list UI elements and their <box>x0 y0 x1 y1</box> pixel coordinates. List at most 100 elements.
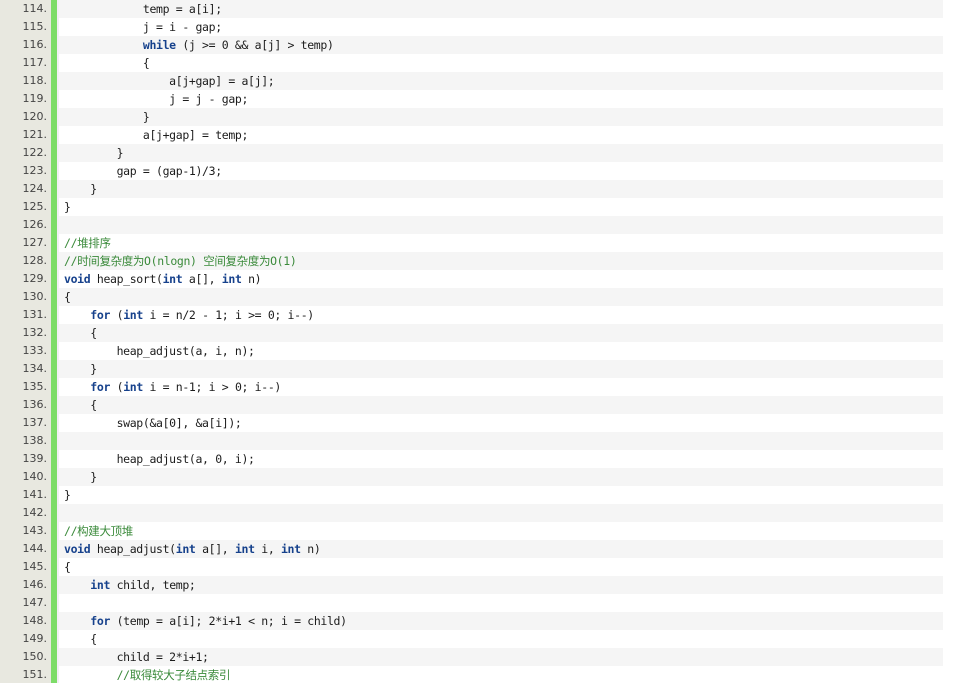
code-line-row[interactable]: 119. j = j - gap; <box>0 90 943 108</box>
code-line-text[interactable]: void heap_sort(int a[], int n) <box>64 270 262 288</box>
code-line-text[interactable]: //构建大顶堆 <box>64 522 133 540</box>
code-line-row[interactable]: 115. j = i - gap; <box>0 18 943 36</box>
code-plain-token: { <box>64 56 150 70</box>
code-line-list[interactable]: 114. temp = a[i]; 115. j = i - gap; 116. w… <box>0 0 943 683</box>
code-keyword-token: void <box>64 272 91 286</box>
code-line-text[interactable]: while (j >= 0 && a[j] > temp) <box>64 36 334 54</box>
code-line-text[interactable]: //堆排序 <box>64 234 111 252</box>
code-line-text[interactable]: j = j - gap; <box>64 90 248 108</box>
code-line-text[interactable]: } <box>64 180 97 198</box>
code-line-row[interactable]: 131. for (int i = n/2 - 1; i >= 0; i--) <box>0 306 943 324</box>
code-line-text[interactable]: for (int i = n-1; i > 0; i--) <box>64 378 281 396</box>
source-code-viewer[interactable]: 114. temp = a[i]; 115. j = i - gap; 116. w… <box>0 0 968 683</box>
code-line-row[interactable]: 121. a[j+gap] = temp; <box>0 126 943 144</box>
code-line-row[interactable]: 125.} <box>0 198 943 216</box>
code-line-text[interactable]: { <box>64 396 97 414</box>
line-number: 146. <box>0 576 47 594</box>
code-line-row[interactable]: 140. } <box>0 468 943 486</box>
code-line-row[interactable]: 144. void heap_adjust(int a[], int i, int… <box>0 540 943 558</box>
code-line-text[interactable]: gap = (gap-1)/3; <box>64 162 223 180</box>
code-line-row[interactable]: 134. } <box>0 360 943 378</box>
code-line-row[interactable]: 114. temp = a[i]; <box>0 0 943 18</box>
code-line-row[interactable]: 147. <box>0 594 943 612</box>
code-line-row[interactable]: 128. //时间复杂度为O(nlogn) 空间复杂度为O(1) <box>0 252 943 270</box>
code-line-row[interactable]: 123. gap = (gap-1)/3; <box>0 162 943 180</box>
code-line-text[interactable]: { <box>64 558 71 576</box>
code-line-text[interactable]: } <box>64 468 97 486</box>
code-line-text[interactable]: child = 2*i+1; <box>64 648 209 666</box>
code-line-row[interactable]: 120. } <box>0 108 943 126</box>
code-line-row[interactable]: 146. int child, temp; <box>0 576 943 594</box>
code-line-text[interactable]: for (int i = n/2 - 1; i >= 0; i--) <box>64 306 314 324</box>
code-line-row[interactable]: 116. while (j >= 0 && a[j] > temp) <box>0 36 943 54</box>
code-line-text[interactable]: } <box>64 360 97 378</box>
line-accent-separator <box>57 108 59 126</box>
code-plain-token: temp = a[i]; <box>64 2 222 16</box>
code-line-text[interactable]: void heap_adjust(int a[], int i, int n) <box>64 540 321 558</box>
code-line-text[interactable]: swap(&a[0], &a[i]); <box>64 414 242 432</box>
code-line-row[interactable]: 138. <box>0 432 943 450</box>
code-line-row[interactable]: 149. { <box>0 630 943 648</box>
code-line-text[interactable]: int child, temp; <box>64 576 196 594</box>
code-line-text[interactable]: } <box>64 144 124 162</box>
line-accent-separator <box>57 198 59 216</box>
code-line-text[interactable]: //时间复杂度为O(nlogn) 空间复杂度为O(1) <box>64 252 297 270</box>
code-line-row[interactable]: 150. child = 2*i+1; <box>0 648 943 666</box>
code-line-row[interactable]: 137. swap(&a[0], &a[i]); <box>0 414 943 432</box>
code-line-row[interactable]: 124. } <box>0 180 943 198</box>
line-number: 142. <box>0 504 47 522</box>
code-line-row[interactable]: 130. { <box>0 288 943 306</box>
code-line-row[interactable]: 139. heap_adjust(a, 0, i); <box>0 450 943 468</box>
code-line-row[interactable]: 117. { <box>0 54 943 72</box>
code-plain-token: child, temp; <box>110 578 196 592</box>
line-accent-separator <box>57 450 59 468</box>
code-line-text[interactable]: a[j+gap] = temp; <box>64 126 249 144</box>
code-line-text[interactable]: //取得较大子结点索引 <box>64 666 231 683</box>
code-line-row[interactable]: 135. for (int i = n-1; i > 0; i--) <box>0 378 943 396</box>
code-line-text[interactable]: heap_adjust(a, i, n); <box>64 342 255 360</box>
code-line-row[interactable]: 132. { <box>0 324 943 342</box>
code-line-row[interactable]: 136. { <box>0 396 943 414</box>
code-line-text[interactable]: j = i - gap; <box>64 18 222 36</box>
code-line-row[interactable]: 133. heap_adjust(a, i, n); <box>0 342 943 360</box>
line-accent-separator <box>57 252 59 270</box>
line-accent-separator <box>57 666 59 683</box>
code-line-row[interactable]: 148. for (temp = a[i]; 2*i+1 < n; i = ch… <box>0 612 943 630</box>
code-line-text[interactable]: for (temp = a[i]; 2*i+1 < n; i = child) <box>64 612 347 630</box>
code-line-text[interactable]: temp = a[i]; <box>64 0 222 18</box>
code-line-text[interactable]: } <box>64 198 71 216</box>
line-number: 120. <box>0 108 47 126</box>
line-number: 135. <box>0 378 47 396</box>
code-line-row[interactable]: 127. //堆排序 <box>0 234 943 252</box>
code-plain-token <box>64 578 90 592</box>
line-number: 150. <box>0 648 47 666</box>
code-line-row[interactable]: 126. <box>0 216 943 234</box>
code-line-text[interactable]: } <box>64 108 150 126</box>
code-line-row[interactable]: 129. void heap_sort(int a[], int n) <box>0 270 943 288</box>
line-number: 130. <box>0 288 47 306</box>
code-keyword-token: for <box>90 380 111 394</box>
code-line-row[interactable]: 143. //构建大顶堆 <box>0 522 943 540</box>
code-keyword-token: int <box>162 272 183 286</box>
code-line-row[interactable]: 122. } <box>0 144 943 162</box>
code-line-row[interactable]: 118. a[j+gap] = a[j]; <box>0 72 943 90</box>
code-plain-token <box>64 614 90 628</box>
code-line-text[interactable]: } <box>64 486 71 504</box>
code-keyword-token: int <box>175 542 196 556</box>
code-line-text[interactable]: heap_adjust(a, 0, i); <box>64 450 255 468</box>
code-plain-token: (temp = a[i]; 2*i+1 < n; i = child) <box>110 614 347 628</box>
code-plain-token: i, <box>254 542 281 556</box>
code-line-row[interactable]: 145. { <box>0 558 943 576</box>
code-line-text[interactable]: { <box>64 54 150 72</box>
code-keyword-token: int <box>123 380 143 394</box>
code-line-text[interactable]: { <box>64 630 97 648</box>
code-line-text[interactable]: { <box>64 324 97 342</box>
line-number: 138. <box>0 432 47 450</box>
code-line-row[interactable]: 142. <box>0 504 943 522</box>
code-line-row[interactable]: 141.} <box>0 486 943 504</box>
code-line-text[interactable]: { <box>64 288 71 306</box>
line-number: 114. <box>0 0 47 18</box>
code-line-text[interactable]: a[j+gap] = a[j]; <box>64 72 275 90</box>
line-number: 127. <box>0 234 47 252</box>
code-line-row[interactable]: 151. //取得较大子结点索引 <box>0 666 943 683</box>
